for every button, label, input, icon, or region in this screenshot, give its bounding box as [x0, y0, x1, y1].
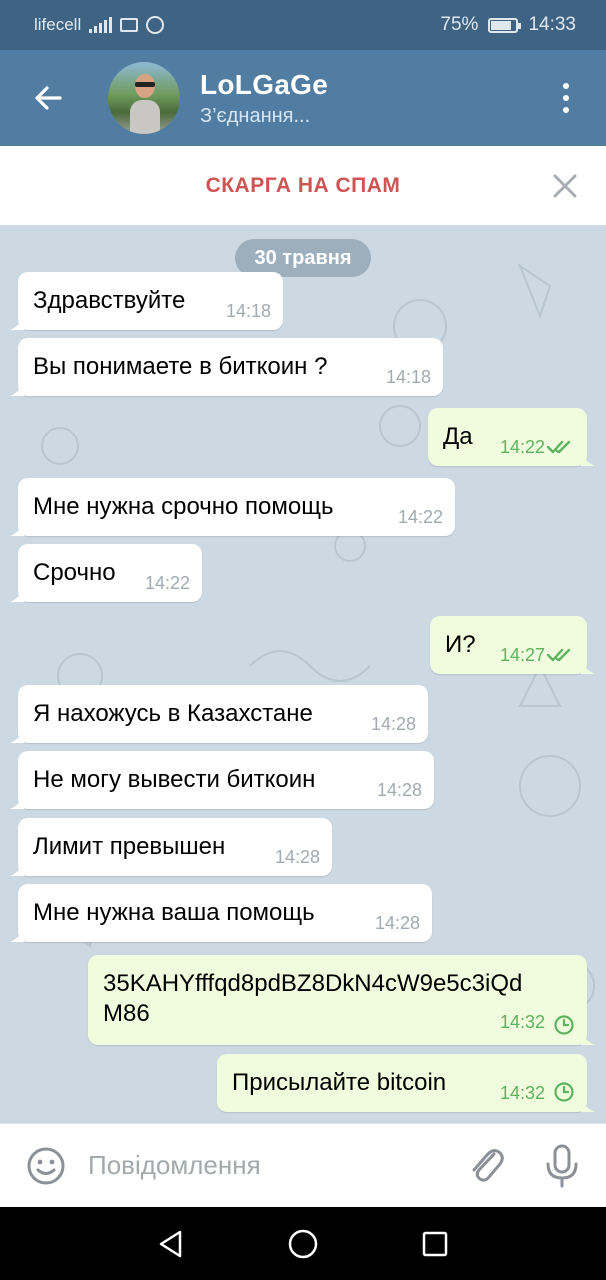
status-right: 75% 14:33	[440, 14, 576, 36]
clock-pending-icon	[554, 1082, 574, 1102]
nav-recents-button[interactable]	[415, 1224, 455, 1264]
bubble-tail	[10, 729, 24, 743]
double-check-icon	[547, 648, 571, 662]
signal-icon	[89, 17, 113, 33]
message-time: 14:22	[499, 437, 545, 457]
status-bar: lifecell 75% 14:33	[0, 0, 606, 50]
emoji-icon[interactable]	[24, 1144, 68, 1188]
system-navigation-bar	[0, 1207, 606, 1280]
report-spam-bar: СКАРГА НА СПАМ	[0, 146, 606, 226]
menu-dot-icon	[563, 83, 569, 89]
message-text: Мне нужна ваша помощь	[33, 899, 315, 926]
bubble-tail	[581, 1031, 595, 1045]
message-bubble-incoming[interactable]: Не могу вывести биткоин 14:28	[10, 751, 434, 809]
message-bubble-outgoing[interactable]: Да 14:22	[428, 408, 595, 466]
message-time: 14:32	[499, 1012, 545, 1032]
triangle-back-icon	[159, 1230, 182, 1257]
message-text: Здравствуйте	[33, 287, 186, 314]
message-time: 14:18	[225, 301, 271, 321]
message-composer	[0, 1123, 606, 1207]
arrow-left-icon	[35, 86, 62, 110]
message-bubble-outgoing[interactable]: И? 14:27	[430, 616, 595, 674]
close-icon[interactable]	[552, 173, 578, 199]
menu-dot-icon	[563, 95, 569, 101]
message-time: 14:32	[499, 1083, 545, 1103]
message-time: 14:28	[374, 913, 420, 933]
message-bubble-outgoing[interactable]: Присылайте bitcoin 14:32	[217, 1054, 595, 1112]
message-text: И?	[445, 631, 476, 658]
message-time: 14:22	[144, 573, 190, 593]
telegram-chat-screen: lifecell 75% 14:33 LoLGaGe З’єднання... …	[0, 0, 606, 1280]
message-bubble-incoming[interactable]: Здравствуйте 14:18	[10, 272, 283, 330]
back-button[interactable]	[18, 68, 78, 128]
bubble-tail	[10, 316, 24, 330]
message-time: 14:22	[397, 507, 443, 527]
menu-dot-icon	[563, 107, 569, 113]
bubble-tail	[10, 862, 24, 876]
avatar-sunglasses	[135, 82, 155, 87]
square-recents-icon	[422, 1231, 448, 1256]
message-text: Мне нужна срочно помощь	[33, 493, 334, 520]
message-bubble-incoming[interactable]: Срочно 14:22	[10, 544, 202, 602]
message-time: 14:28	[376, 780, 422, 800]
avatar-torso	[130, 100, 160, 134]
nav-back-button[interactable]	[151, 1224, 191, 1264]
report-spam-button[interactable]: СКАРГА НА СПАМ	[206, 174, 401, 198]
message-time: 14:28	[274, 847, 320, 867]
chat-title-block[interactable]: LoLGaGe З’єднання...	[200, 69, 328, 128]
message-text-line: 35KAHYfffqd8pdBZ8DkN4cW9e5c3iQd	[103, 970, 523, 997]
bubble-tail	[10, 928, 24, 942]
message-time: 14:28	[370, 714, 416, 734]
chat-status: З’єднання...	[200, 104, 311, 127]
message-text: Присылайте bitcoin	[232, 1069, 447, 1096]
message-text: Срочно	[33, 559, 116, 586]
chat-name: LoLGaGe	[200, 68, 329, 100]
message-text: Я нахожусь в Казахстане	[33, 700, 313, 727]
messenger-icon	[146, 16, 165, 34]
message-text: Да	[443, 423, 473, 450]
battery-icon	[488, 17, 522, 33]
more-menu-button[interactable]	[554, 73, 578, 123]
message-input[interactable]	[88, 1140, 448, 1191]
message-text-line: M86	[103, 1000, 150, 1027]
battery-fill	[491, 20, 511, 30]
message-list[interactable]: 30 травня Здравствуйте 14:18 Вы понимает…	[0, 226, 606, 1123]
circle-home-icon	[288, 1229, 318, 1258]
message-text: 35KAHYfffqd8pdBZ8DkN4cW9e5c3iQd M86	[103, 969, 522, 1029]
bubble-tail	[10, 382, 24, 396]
mail-icon	[120, 18, 139, 32]
message-bubble-incoming[interactable]: Мне нужна срочно помощь 14:22	[10, 478, 455, 536]
paperclip-icon[interactable]	[466, 1144, 506, 1188]
microphone-icon[interactable]	[544, 1143, 580, 1189]
battery-percent: 75%	[440, 14, 479, 35]
status-left: lifecell	[34, 15, 165, 35]
message-text: Не могу вывести биткоин	[33, 766, 316, 793]
message-bubble-incoming[interactable]: Я нахожусь в Казахстане 14:28	[10, 685, 428, 743]
bubble-tail	[581, 452, 595, 466]
avatar[interactable]	[108, 62, 180, 134]
message-bubble-incoming[interactable]: Лимит превышен 14:28	[10, 818, 332, 876]
message-bubble-outgoing[interactable]: 35KAHYfffqd8pdBZ8DkN4cW9e5c3iQd M86 14:3…	[88, 955, 595, 1045]
bubble-tail	[581, 660, 595, 674]
bubble-tail	[10, 522, 24, 536]
bubble-tail	[581, 1098, 595, 1112]
message-time: 14:18	[385, 367, 431, 387]
carrier-name: lifecell	[34, 15, 82, 34]
chat-header: LoLGaGe З’єднання...	[0, 50, 606, 146]
nav-home-button[interactable]	[283, 1224, 323, 1264]
clock: 14:33	[528, 14, 576, 35]
bubble-tail	[10, 795, 24, 809]
message-text: Лимит превышен	[33, 833, 226, 860]
bubble-tail	[10, 588, 24, 602]
message-time: 14:27	[499, 645, 545, 665]
clock-pending-icon	[554, 1015, 574, 1035]
message-bubble-incoming[interactable]: Мне нужна ваша помощь 14:28	[10, 884, 432, 942]
message-text: Вы понимаете в биткоин ?	[33, 353, 328, 380]
message-bubble-incoming[interactable]: Вы понимаете в биткоин ? 14:18	[10, 338, 443, 396]
double-check-icon	[547, 440, 571, 454]
